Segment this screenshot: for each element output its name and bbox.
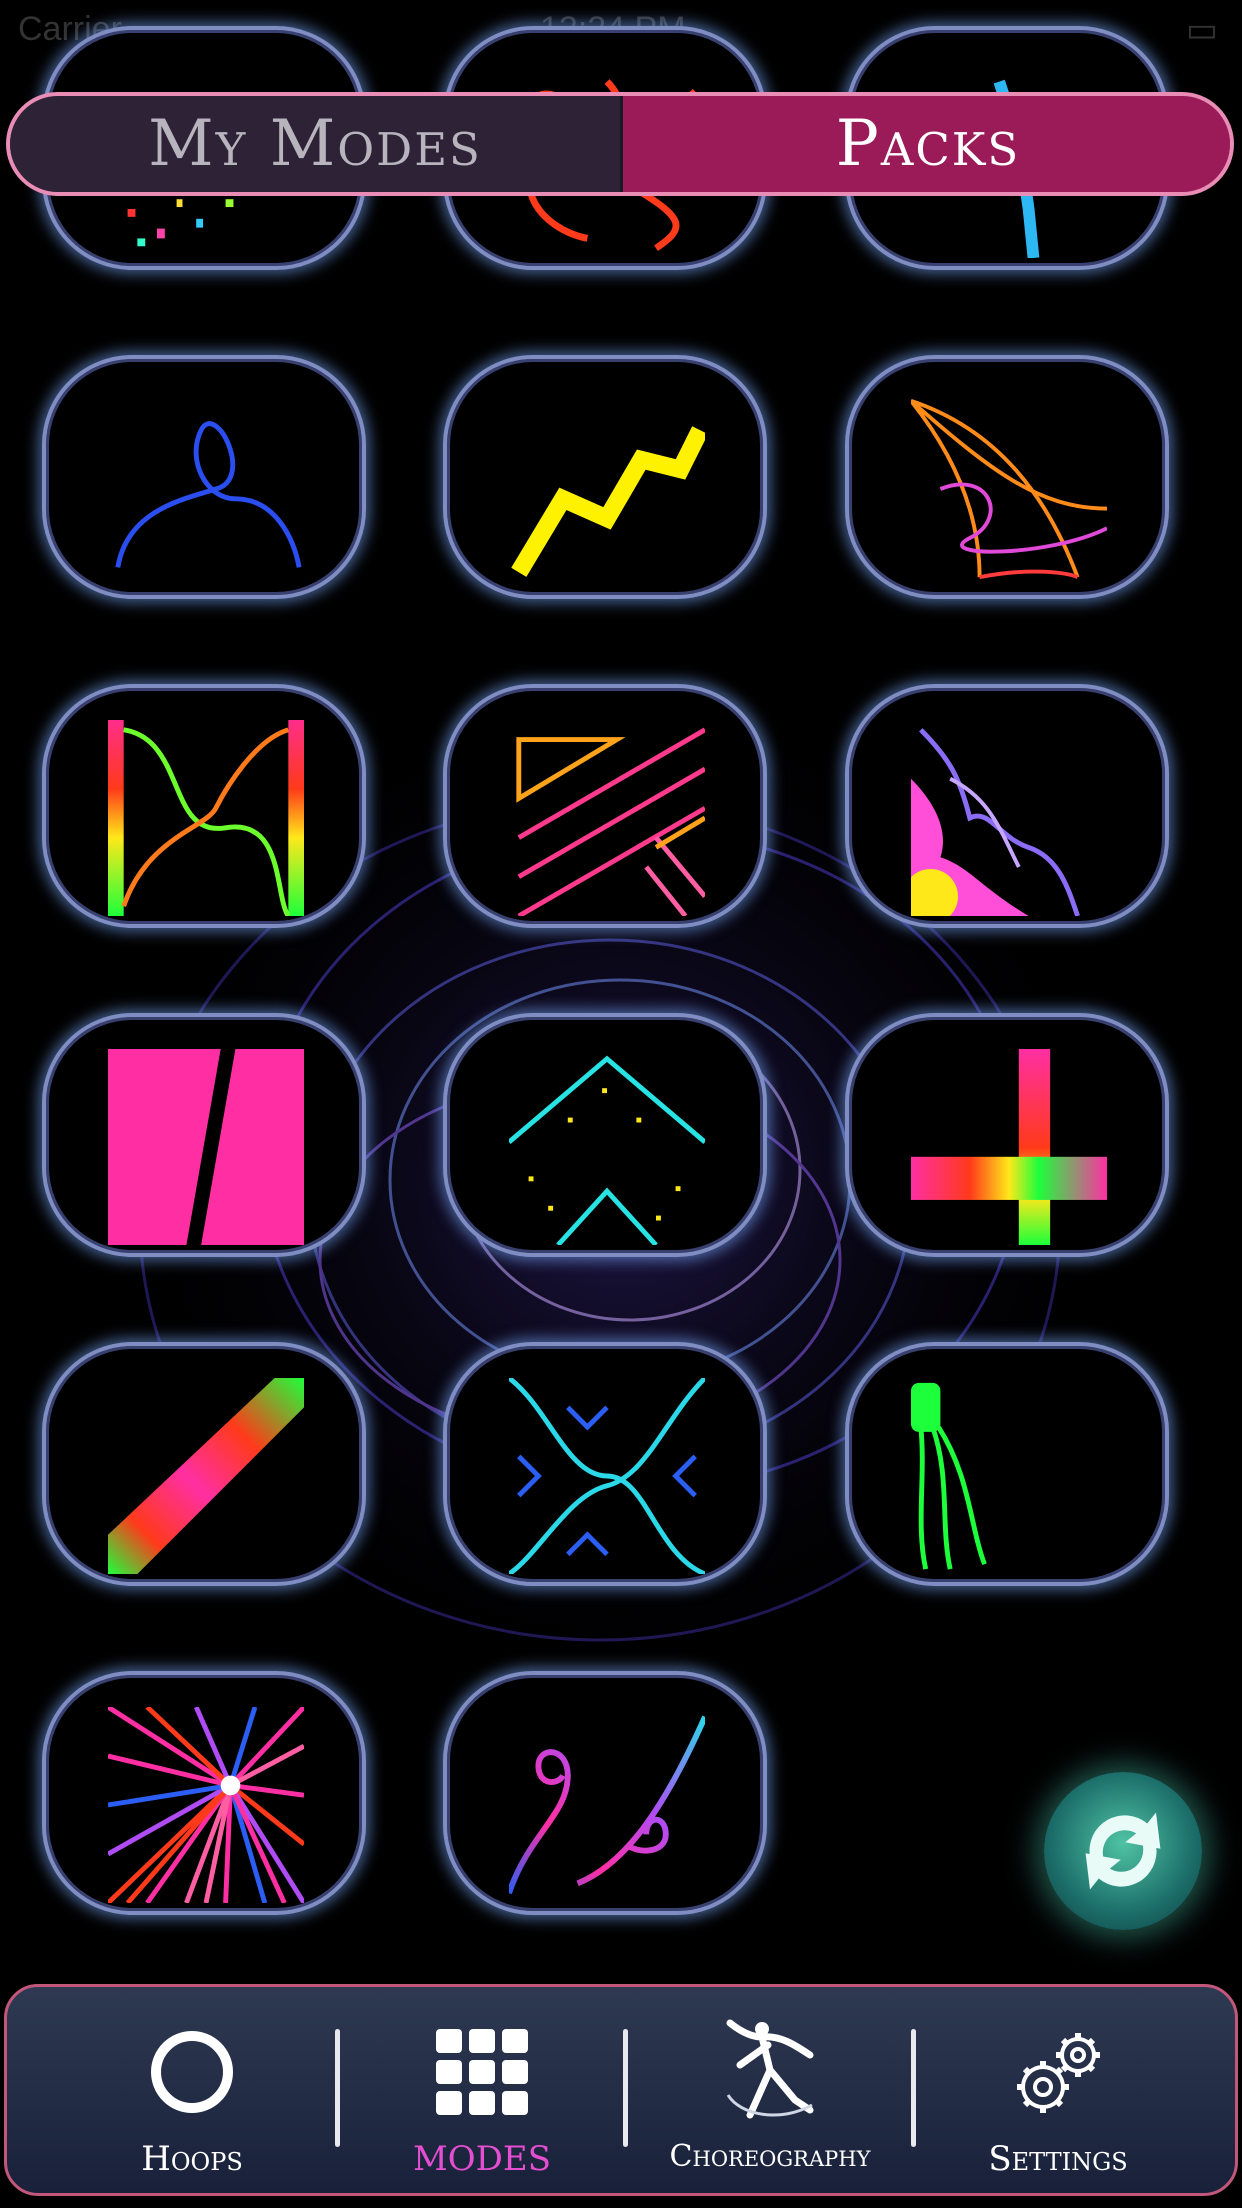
pink-flame-icon [911,728,1080,916]
mode-source-segmented-control: My Modes Packs [6,92,1234,196]
tab-modes[interactable]: MODES [337,1987,627,2193]
dancer-icon [726,2019,814,2119]
tab-settings[interactable]: Settings [913,1987,1203,2193]
refresh-button[interactable] [1044,1772,1202,1930]
mode-tile[interactable] [845,684,1169,928]
grid-icon [436,2029,528,2115]
segment-packs-label: Packs [835,107,1021,181]
mode-tile[interactable] [42,684,366,928]
rainbow-fan-icon [911,398,1107,580]
bottom-tab-bar: Hoops MODES Choreography Settings [4,1984,1238,2196]
mode-tile[interactable] [443,1671,767,1915]
mode-tile[interactable] [443,1013,767,1257]
gears-icon [1017,2033,1100,2113]
refresh-icon [1085,1812,1161,1890]
hoop-ring-icon [151,2031,233,2113]
pink-orange-stripes-icon [516,727,705,916]
mode-tile[interactable] [845,1342,1169,1586]
tab-hoops-label: Hoops [141,2139,243,2179]
tab-hoops[interactable]: Hoops [47,1987,337,2193]
mode-tile[interactable] [845,1013,1169,1257]
rainbow-cross-icon [911,1049,1107,1245]
tab-modes-label: MODES [412,2139,552,2179]
mode-tile[interactable] [443,684,767,928]
cyan-x-arrows-icon [509,1378,705,1574]
rainbow-wave-bars-icon [108,720,304,916]
mode-tile[interactable] [42,1671,366,1915]
mode-tile[interactable] [443,355,767,599]
rainbow-swirl-icon [509,1715,705,1895]
segment-my-modes-label: My Modes [148,107,482,181]
pink-block-slash-icon [108,1049,304,1245]
segment-packs[interactable]: Packs [623,96,1230,192]
tab-choreography-label: Choreography [669,2139,871,2174]
blue-loop-icon [115,421,302,568]
rainbow-diagonal-icon [108,1378,304,1574]
mode-tile[interactable] [42,1013,366,1257]
cyan-chevrons-icon [509,1055,705,1245]
yellow-zigzag-icon [511,426,705,577]
rainbow-starburst-icon [108,1707,304,1903]
tab-settings-label: Settings [988,2139,1128,2179]
green-drip-icon [911,1382,987,1570]
segment-my-modes[interactable]: My Modes [10,96,623,192]
mode-tile[interactable] [443,1342,767,1586]
mode-tile[interactable] [845,355,1169,599]
mode-tile[interactable] [42,355,366,599]
battery-icon: ▭ [1185,11,1218,49]
tab-choreography[interactable]: Choreography [625,1987,915,2193]
mode-tile[interactable] [42,1342,366,1586]
